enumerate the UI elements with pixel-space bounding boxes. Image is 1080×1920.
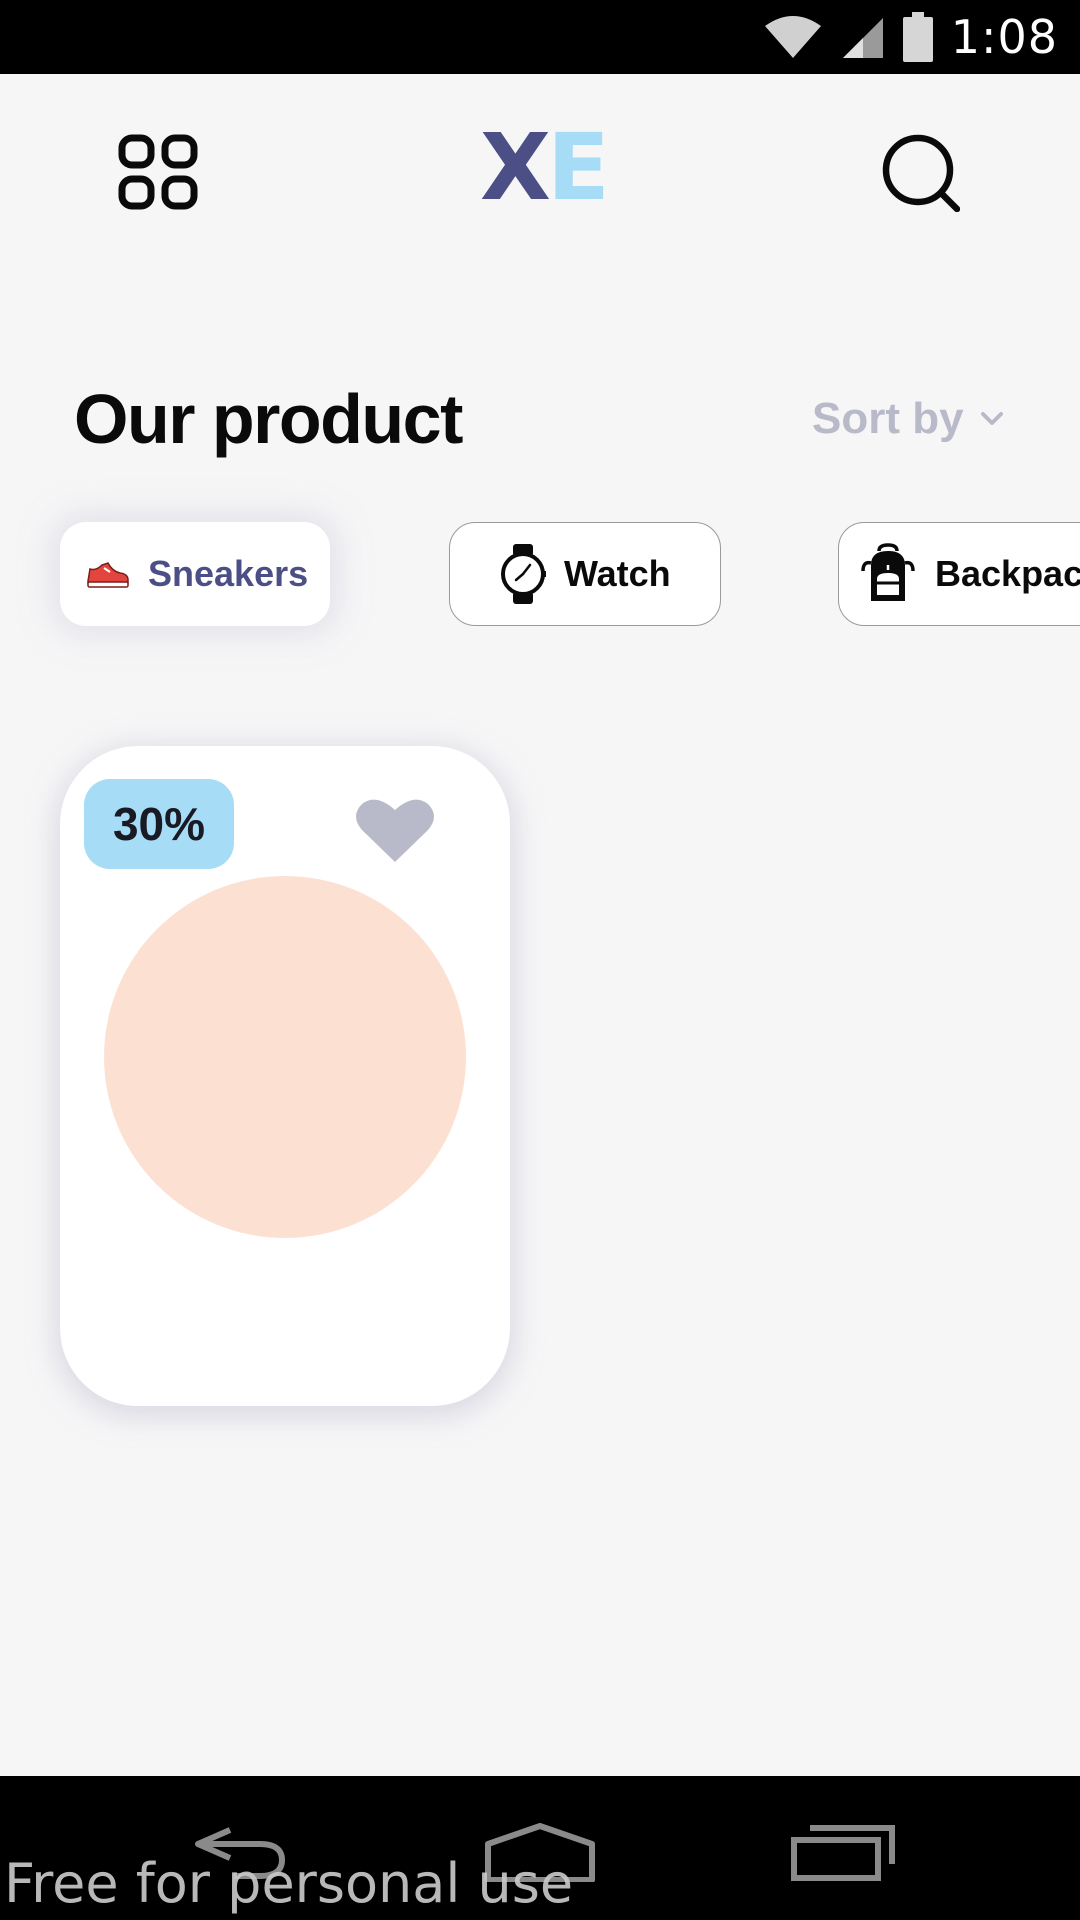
sort-label: Sort by [812,394,964,443]
signal-icon [842,18,883,58]
chevron-down-icon [980,412,1003,425]
search-icon [882,134,961,213]
logo-letter-x: X [480,114,551,221]
recents-icon[interactable] [790,1824,898,1882]
product-image-placeholder [104,876,466,1238]
sneaker-icon [87,562,129,588]
status-bar: 1:08 [0,0,1080,74]
discount-badge: 30% [84,779,234,869]
favorite-button[interactable] [354,796,436,866]
category-label-watch: Watch [564,553,671,594]
sort-dropdown[interactable]: Sort by [812,392,1004,446]
menu-button[interactable] [118,134,200,210]
category-chip-backpack[interactable]: Backpack [838,522,1080,626]
category-label-backpack: Backpack [935,553,1080,594]
status-time: 1:08 [950,10,1058,64]
product-card[interactable]: 30% [60,746,510,1406]
wifi-icon [764,16,821,58]
page-title: Our product [74,380,463,458]
screen: 1:08 XE Our product Sort by Sneakers Wat… [0,0,1080,1920]
app-logo: XE [480,118,610,218]
grid-icon [118,134,198,210]
battery-icon [902,12,933,62]
heart-icon [356,799,434,862]
category-chip-sneakers[interactable]: Sneakers [60,522,330,626]
category-chip-watch[interactable]: Watch [449,522,721,626]
backpack-icon [861,543,915,601]
watch-icon [501,544,546,604]
category-label-sneakers: Sneakers [148,553,309,594]
search-button[interactable] [882,134,961,213]
logo-letter-e: E [546,114,610,221]
watermark-text: Free for personal use [4,1852,574,1915]
